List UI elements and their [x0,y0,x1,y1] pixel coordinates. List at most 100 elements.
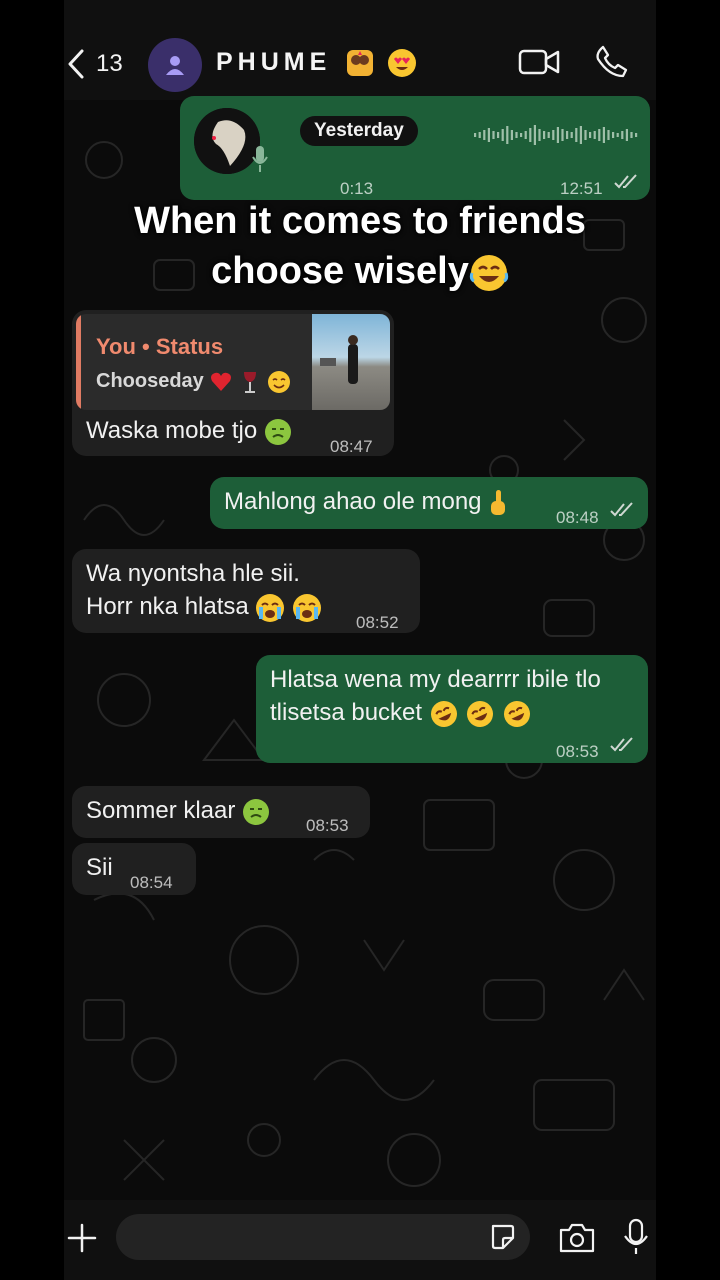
status-thumbnail [312,314,390,410]
input-bar [64,1200,656,1280]
message-time: 08:54 [130,873,173,892]
rolling-laughing-emoji-icon [430,700,457,727]
waveform-bar [602,127,605,143]
crying-face-emoji-icon [293,593,322,622]
waveform-bar [635,133,638,137]
rolling-laughing-emoji-icon [467,700,494,727]
waveform-bar [506,126,509,144]
message-time: 08:48 [556,508,599,527]
caption-line-2-text: choose wisely [211,250,469,292]
wine-glass-emoji-icon [243,371,256,393]
waveform-bar [552,130,555,140]
message-text: Mahlong ahao ole mong [224,485,508,519]
middle-finger-emoji-icon [491,489,506,515]
waveform-bar [492,131,495,139]
waveform-bar [593,131,596,139]
quote-text: Chooseday [96,364,291,398]
caption-line-2: choose wisely [64,246,656,296]
read-ticks-icon [614,174,637,189]
message-time: 08:52 [356,613,399,632]
blushing-smile-emoji-icon [267,370,290,393]
unread-count: 13 [96,50,123,77]
waveform-bar [533,125,536,145]
read-ticks-icon [610,502,633,517]
contact-name-text: PHUME [216,48,332,76]
message-line-1: Wa nyontsha hle sii. [86,560,300,587]
back-button[interactable]: 13 [64,42,134,86]
waveform-bar [497,132,500,138]
quote-author: You • Status [96,334,224,359]
waveform-bar [515,132,518,138]
message-text-content: Waska mobe tjo [86,417,258,444]
waveform-bar [625,129,628,141]
microphone-icon [252,146,268,172]
microphone-icon[interactable] [622,1218,650,1256]
avatar[interactable] [148,38,202,92]
message-line-2-text: tlisetsa bucket [270,699,423,726]
message-text: Sommer klaar [86,794,270,828]
waveform-bar [510,130,513,140]
message-input[interactable] [116,1214,530,1260]
crying-face-emoji-icon [256,593,285,622]
waveform-bar [543,131,546,139]
waveform-bar [538,129,541,141]
waveform-bar [501,129,504,141]
waveform-bar [612,132,615,138]
message-time: 08:53 [556,742,599,761]
heart-eyes-emoji-icon [388,49,417,78]
nauseated-face-emoji-icon [264,418,291,445]
video-call-icon[interactable] [518,46,560,78]
camera-icon[interactable] [558,1222,596,1254]
waveform-bar [621,131,624,139]
chat-screen: 13 PHUME Yesterday 0:13 12:51 When it co… [64,0,656,1280]
outgoing-message[interactable]: Mahlong ahao ole mong 08:48 [210,477,648,529]
caption-line-1: When it comes to friends [134,200,586,242]
waveform-bar [607,130,610,140]
status-photo [320,335,358,384]
waveform-bar [478,132,481,138]
waveform-bar [566,131,569,139]
quote-text-label: Chooseday [96,370,204,392]
waveform-bar [474,133,477,137]
phone-call-icon[interactable] [594,44,630,80]
chevron-left-icon [68,49,84,79]
sticker-icon[interactable] [488,1223,516,1251]
contact-name[interactable]: PHUME [216,48,417,78]
video-caption: When it comes to friends choose wisely [64,196,656,296]
message-time: 08:53 [306,816,349,835]
couple-kiss-emoji-icon [347,50,374,77]
person-icon [166,56,184,75]
incoming-message[interactable]: Wa nyontsha hle sii. Horr nka hlatsa 08:… [72,549,420,633]
date-separator: Yesterday [300,116,418,146]
status-reply-message[interactable]: You • Status Chooseday Waska mobe tjo 08… [72,310,394,456]
waveform-bar [598,129,601,141]
waveform-bar [483,130,486,140]
message-text: Sii [86,854,113,881]
waveform-bar [487,128,490,142]
incoming-message[interactable]: Sommer klaar 08:53 [72,786,370,838]
quoted-status[interactable]: You • Status Chooseday [76,314,390,410]
incoming-message[interactable]: Sii 08:54 [72,843,196,895]
chat-header: 13 PHUME [64,0,656,100]
message-line-2: tlisetsa bucket [270,696,532,730]
outgoing-message[interactable]: Hlatsa wena my dearrrr ibile tlo tlisets… [256,655,648,763]
waveform-bar [529,128,532,142]
message-text: Waska mobe tjo [86,414,292,448]
nauseated-face-emoji-icon [243,798,270,825]
waveform-bar [616,133,619,137]
waveform-bar [584,130,587,140]
waveform-bar [547,132,550,138]
read-ticks-icon [610,737,633,752]
waveform-bar [570,132,573,138]
waveform-bar [520,133,523,137]
plus-icon[interactable] [66,1222,98,1254]
voice-note-message[interactable]: Yesterday 0:13 12:51 [180,96,650,200]
waveform-bar [524,131,527,139]
message-text-content: Sommer klaar [86,797,236,824]
waveform-bar [579,126,582,144]
quote-accent-bar [76,314,81,410]
message-line-2: Horr nka hlatsa [86,590,322,624]
waveform-bar [575,128,578,142]
message-time: 08:47 [330,437,373,456]
rolling-laughing-emoji-icon [504,700,531,727]
